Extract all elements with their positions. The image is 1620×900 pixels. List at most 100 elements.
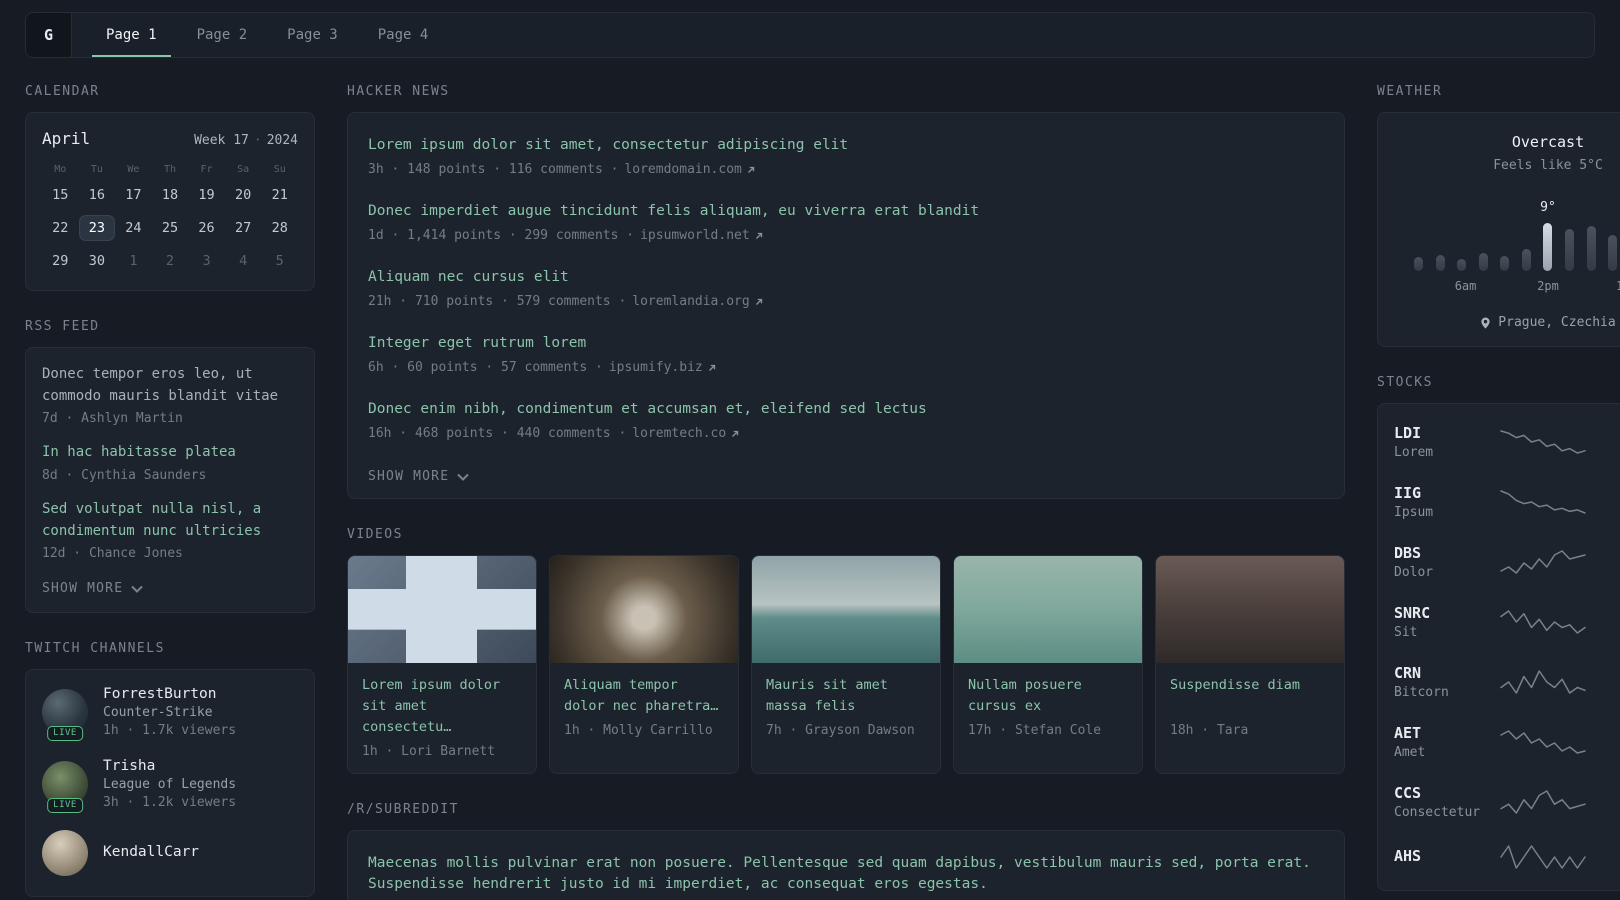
external-link-icon	[747, 166, 755, 173]
video-title: Suspendisse diam	[1170, 677, 1301, 694]
calendar-day-header: Fr	[200, 164, 213, 175]
calendar-day-header: Th	[163, 164, 177, 175]
weather-location: Prague, Czechia	[1394, 315, 1620, 330]
tab-page-4[interactable]: Page 4	[364, 13, 443, 57]
hn-source-link[interactable]: loremdomain.com	[624, 162, 755, 177]
app-logo[interactable]: G	[26, 13, 72, 57]
tab-page-3[interactable]: Page 3	[273, 13, 352, 57]
rss-item-title[interactable]: Donec tempor eros leo, ut commodo mauris…	[42, 364, 298, 407]
weather-hour-bar	[1414, 257, 1423, 271]
subreddit-post-title[interactable]: Maecenas mollis pulvinar erat non posuer…	[368, 853, 1324, 895]
stock-symbol: AHS	[1394, 846, 1422, 865]
hn-source-link[interactable]: ipsumify.biz	[609, 360, 717, 375]
calendar-day-header: Tu	[90, 164, 103, 175]
video-card[interactable]: Nullam posuere cursus ex 17h · Stefan Co…	[953, 555, 1143, 774]
channel-meta: 1h · 1.7k viewers	[103, 723, 237, 739]
hn-source-domain: loremtech.co	[632, 426, 727, 442]
left-column: CALENDAR April Week 17 · 2024 Mo Tu We Th Fr Sa…	[25, 84, 315, 900]
video-card[interactable]: Mauris sit amet massa felis 7h · Grayson…	[751, 555, 941, 774]
twitch-channel-row[interactable]: KendallCarr	[42, 830, 298, 877]
stock-change: +1.36%	[1596, 605, 1620, 621]
video-meta: 18h · Tara	[1170, 723, 1249, 739]
avatar: LIVE	[42, 761, 88, 814]
calendar-day: 16	[88, 187, 105, 203]
weather-time-labels: 6am 2pm 10pm	[1414, 279, 1620, 297]
stock-row[interactable]: SNRC Sit +1.36% $148.64	[1394, 592, 1620, 652]
calendar-day: 25	[161, 220, 179, 236]
stock-row[interactable]: CRN Bitcorn -1.00% $66,171.48	[1394, 652, 1620, 712]
channel-meta: 3h · 1.2k viewers	[103, 795, 237, 811]
rss-item: Sed volutpat nulla nisl, a condimentum n…	[42, 499, 298, 561]
video-card[interactable]: Suspendisse diam 18h · Tara	[1155, 555, 1345, 774]
stock-row[interactable]: DBS Dolor +1.42% $156.28	[1394, 532, 1620, 592]
hn-item-title[interactable]: Donec imperdiet augue tincidunt felis al…	[368, 201, 1324, 222]
stocks-section-title: STOCKS	[1377, 375, 1433, 390]
calendar-section-title: CALENDAR	[25, 84, 100, 99]
stock-row[interactable]: LDI Lorem +4.35% $795.18	[1394, 412, 1620, 472]
stock-name: Sit	[1394, 625, 1418, 640]
hn-meta-text: 1d · 1,414 points · 299 comments ·	[368, 228, 635, 244]
rss-item-title[interactable]: Sed volutpat nulla nisl, a condimentum n…	[42, 499, 298, 542]
video-thumbnail	[1156, 556, 1344, 664]
calendar-day-header: Su	[273, 164, 286, 175]
hn-source-domain: ipsumworld.net	[640, 228, 750, 244]
video-title: Nullam posuere cursus ex	[968, 677, 1082, 714]
tab-page-2[interactable]: Page 2	[183, 13, 262, 57]
hn-source-link[interactable]: ipsumworld.net	[640, 228, 764, 243]
hackernews-card: Lorem ipsum dolor sit amet, consectetur …	[347, 112, 1345, 500]
video-card[interactable]: Aliquam tempor dolor nec pharetra… 1h · …	[549, 555, 739, 774]
hn-item-title[interactable]: Aliquam nec cursus elit	[368, 267, 1324, 288]
rss-section-title: RSS FEED	[25, 319, 100, 334]
hn-item-meta: 16h · 468 points · 440 comments · loremt…	[368, 426, 1324, 441]
rss-show-more-button[interactable]: SHOW MORE	[42, 581, 143, 596]
stock-sparkline	[1500, 670, 1586, 694]
channel-name: Trisha	[103, 758, 156, 775]
stock-row[interactable]: AHS +0.46%	[1394, 832, 1620, 882]
stock-row[interactable]: AET Amet +0.92% $499.72	[1394, 712, 1620, 772]
twitch-channel-row[interactable]: LIVE Trisha League of Legends 3h · 1.2k …	[42, 758, 298, 814]
rss-item-title[interactable]: In hac habitasse platea	[42, 442, 298, 464]
rss-widget: RSS FEED Donec tempor eros leo, ut commo…	[25, 319, 315, 614]
hn-item: Integer eget rutrum lorem 6h · 60 points…	[368, 333, 1324, 375]
video-card[interactable]: Lorem ipsum dolor sit amet consectetu… 1…	[347, 555, 537, 774]
external-link-icon	[755, 298, 762, 305]
stock-sparkline	[1500, 490, 1586, 514]
stock-price: $165.84	[1596, 804, 1620, 819]
channel-name: ForrestBurton	[103, 686, 217, 703]
video-meta: 1h · Lori Barnett	[362, 743, 496, 759]
tab-page-1[interactable]: Page 1	[92, 13, 171, 57]
hn-item-title[interactable]: Lorem ipsum dolor sit amet, consectetur …	[368, 135, 1324, 156]
hn-source-link[interactable]: loremlandia.org	[632, 294, 763, 309]
hn-source-link[interactable]: loremtech.co	[632, 426, 740, 441]
hn-item-title[interactable]: Donec enim nibh, condimentum et accumsan…	[368, 399, 1324, 420]
stock-change: +0.46%	[1596, 848, 1620, 864]
dot-separator: ·	[253, 133, 262, 148]
calendar-day: 3	[202, 253, 211, 269]
stock-change: +1.42%	[1596, 545, 1620, 561]
hn-item: Donec enim nibh, condimentum et accumsan…	[368, 399, 1324, 441]
stock-row[interactable]: IIG Ipsum +2.84% $42.04	[1394, 472, 1620, 532]
twitch-channel-row[interactable]: LIVE ForrestBurton Counter-Strike 1h · 1…	[42, 686, 298, 742]
subreddit-post: Maecenas mollis pulvinar erat non posuer…	[368, 853, 1324, 900]
hn-show-more-button[interactable]: SHOW MORE	[368, 469, 469, 484]
hn-item: Lorem ipsum dolor sit amet, consectetur …	[368, 135, 1324, 177]
hn-source-domain: ipsumify.biz	[608, 360, 703, 376]
hn-meta-text: 21h · 710 points · 579 comments ·	[368, 294, 627, 310]
twitch-widget: TWITCH CHANNELS LIVE ForrestBurton Count…	[25, 641, 315, 898]
videos-section-title: VIDEOS	[347, 527, 403, 543]
stock-sparkline	[1500, 610, 1586, 634]
videos-row: Lorem ipsum dolor sit amet consectetu… 1…	[347, 555, 1345, 774]
calendar-day-header: Mo	[54, 164, 67, 175]
weather-hour-bar	[1608, 235, 1618, 271]
subreddit-section-title: /R/SUBREDDIT	[347, 801, 459, 817]
stock-row[interactable]: CCS Consectetur +0.51% $165.84	[1394, 772, 1620, 832]
stock-price: $42.04	[1596, 504, 1620, 519]
calendar-card: April Week 17 · 2024 Mo Tu We Th Fr Sa Su 15 16 17 1…	[25, 112, 315, 291]
weather-condition: Overcast	[1511, 133, 1585, 151]
hn-item-title[interactable]: Integer eget rutrum lorem	[368, 333, 1324, 354]
calendar-week-year: Week 17 · 2024	[194, 133, 298, 148]
rss-item-meta: 7d · Ashlyn Martin	[42, 411, 183, 427]
right-column: WEATHER Overcast Feels like 5°C 9° 6am 2p…	[1377, 84, 1620, 900]
weather-time-label: 6am	[1454, 279, 1477, 293]
weather-hour-bar	[1565, 229, 1575, 271]
